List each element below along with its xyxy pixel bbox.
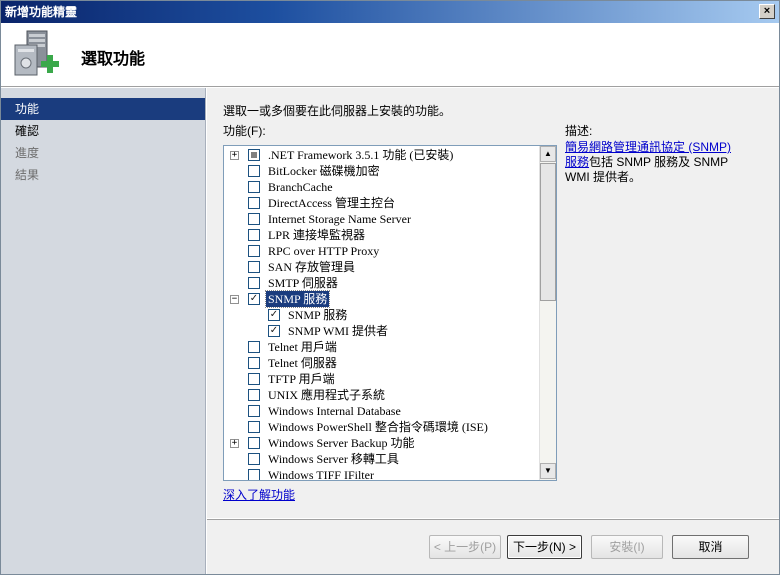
nav-step-confirm[interactable]: 確認 bbox=[1, 120, 205, 142]
feature-row[interactable]: ✓ SNMP 服務 bbox=[224, 307, 540, 323]
learn-more-link[interactable]: 深入了解功能 bbox=[223, 486, 295, 503]
wizard-steps-nav: 功能 確認 進度 結果 bbox=[1, 88, 206, 574]
feature-label[interactable]: DirectAccess 管理主控台 bbox=[266, 195, 397, 211]
feature-checkbox[interactable] bbox=[248, 261, 260, 273]
expand-icon[interactable]: + bbox=[230, 439, 239, 448]
feature-label[interactable]: Windows TIFF IFilter bbox=[266, 467, 376, 480]
description-text: 簡易網路管理通訊協定 (SNMP) 服務包括 SNMP 服務及 SNMP WMI… bbox=[565, 140, 740, 185]
feature-label[interactable]: Windows Server Backup 功能 bbox=[266, 435, 417, 451]
feature-label[interactable]: SMTP 伺服器 bbox=[266, 275, 340, 291]
wizard-window: 新增功能精靈 × 選取功能 功能 確認 進度 結果 選取一或多個要在此伺服器上安… bbox=[0, 0, 780, 575]
server-add-icon bbox=[14, 30, 59, 76]
feature-label[interactable]: Windows PowerShell 整合指令碼環境 (ISE) bbox=[266, 419, 490, 435]
feature-checkbox[interactable] bbox=[248, 229, 260, 241]
feature-row[interactable]: + .NET Framework 3.5.1 功能 (已安裝) bbox=[224, 147, 540, 163]
feature-label[interactable]: BranchCache bbox=[266, 179, 335, 195]
feature-checkbox[interactable] bbox=[248, 277, 260, 289]
feature-row[interactable]: BranchCache bbox=[224, 179, 540, 195]
feature-row[interactable]: SAN 存放管理員 bbox=[224, 259, 540, 275]
feature-row[interactable]: TFTP 用戶端 bbox=[224, 371, 540, 387]
nav-step-progress: 進度 bbox=[15, 146, 40, 160]
feature-label[interactable]: LPR 連接埠監視器 bbox=[266, 227, 367, 243]
feature-label[interactable]: Internet Storage Name Server bbox=[266, 211, 413, 227]
feature-label[interactable]: .NET Framework 3.5.1 功能 (已安裝) bbox=[266, 147, 455, 163]
feature-checkbox[interactable]: ✓ bbox=[248, 293, 260, 305]
feature-row[interactable]: Internet Storage Name Server bbox=[224, 211, 540, 227]
scroll-up-button[interactable]: ▲ bbox=[540, 146, 556, 162]
feature-row[interactable]: Windows Server 移轉工具 bbox=[224, 451, 540, 467]
feature-row[interactable]: RPC over HTTP Proxy bbox=[224, 243, 540, 259]
feature-label[interactable]: Windows Internal Database bbox=[266, 403, 403, 419]
feature-row[interactable]: Windows TIFF IFilter bbox=[224, 467, 540, 480]
feature-checkbox[interactable] bbox=[248, 421, 260, 433]
feature-label[interactable]: BitLocker 磁碟機加密 bbox=[266, 163, 382, 179]
feature-label[interactable]: Windows Server 移轉工具 bbox=[266, 451, 401, 467]
window-title: 新增功能精靈 bbox=[5, 5, 78, 19]
feature-checkbox[interactable] bbox=[248, 405, 260, 417]
content-panel: 選取一或多個要在此伺服器上安裝的功能。 功能(F): + .NET Framewo… bbox=[207, 88, 779, 518]
feature-checkbox[interactable] bbox=[248, 149, 260, 161]
feature-checkbox[interactable] bbox=[248, 341, 260, 353]
feature-checkbox[interactable] bbox=[248, 213, 260, 225]
features-tree[interactable]: + .NET Framework 3.5.1 功能 (已安裝) BitLocker … bbox=[223, 145, 557, 481]
description-label: 描述: bbox=[565, 124, 593, 138]
description-body: 包括 SNMP 服務及 SNMP WMI 提供者。 bbox=[565, 155, 728, 184]
features-label: 功能(F): bbox=[223, 124, 266, 138]
feature-row[interactable]: BitLocker 磁碟機加密 bbox=[224, 163, 540, 179]
feature-row[interactable]: ✓ SNMP WMI 提供者 bbox=[224, 323, 540, 339]
button-bar: < 上一步(P) 下一步(N) > 安裝(I) 取消 bbox=[207, 519, 779, 574]
wizard-header: 選取功能 bbox=[1, 23, 779, 87]
feature-checkbox[interactable] bbox=[248, 181, 260, 193]
feature-checkbox[interactable]: ✓ bbox=[268, 309, 280, 321]
scroll-thumb[interactable] bbox=[540, 163, 556, 301]
feature-row[interactable]: Telnet 伺服器 bbox=[224, 355, 540, 371]
feature-checkbox[interactable] bbox=[248, 197, 260, 209]
expand-icon[interactable]: + bbox=[230, 151, 239, 160]
previous-button[interactable]: < 上一步(P) bbox=[429, 535, 501, 559]
feature-row[interactable]: LPR 連接埠監視器 bbox=[224, 227, 540, 243]
feature-checkbox[interactable]: ✓ bbox=[268, 325, 280, 337]
feature-row[interactable]: Windows Internal Database bbox=[224, 403, 540, 419]
feature-row[interactable]: UNIX 應用程式子系統 bbox=[224, 387, 540, 403]
feature-checkbox[interactable] bbox=[248, 373, 260, 385]
feature-row[interactable]: Windows PowerShell 整合指令碼環境 (ISE) bbox=[224, 419, 540, 435]
feature-label[interactable]: SNMP WMI 提供者 bbox=[286, 323, 390, 339]
feature-checkbox[interactable] bbox=[248, 389, 260, 401]
feature-checkbox[interactable] bbox=[248, 469, 260, 480]
title-bar: 新增功能精靈 × bbox=[1, 1, 779, 23]
feature-checkbox[interactable] bbox=[248, 437, 260, 449]
next-button[interactable]: 下一步(N) > bbox=[507, 535, 582, 559]
feature-label[interactable]: SNMP 服務 bbox=[286, 307, 349, 323]
feature-label[interactable]: RPC over HTTP Proxy bbox=[266, 243, 381, 259]
feature-row[interactable]: + Windows Server Backup 功能 bbox=[224, 435, 540, 451]
feature-label[interactable]: SNMP 服務 bbox=[264, 290, 331, 308]
feature-label[interactable]: SAN 存放管理員 bbox=[266, 259, 357, 275]
feature-row[interactable]: SMTP 伺服器 bbox=[224, 275, 540, 291]
tree-scrollbar[interactable]: ▲ ▼ bbox=[539, 146, 556, 480]
feature-row[interactable]: Telnet 用戶端 bbox=[224, 339, 540, 355]
feature-row[interactable]: − ✓ SNMP 服務 bbox=[224, 290, 540, 308]
feature-label[interactable]: TFTP 用戶端 bbox=[266, 371, 337, 387]
nav-step-features[interactable]: 功能 bbox=[1, 98, 205, 120]
feature-checkbox[interactable] bbox=[248, 245, 260, 257]
nav-step-results: 結果 bbox=[15, 168, 40, 182]
feature-label[interactable]: Telnet 伺服器 bbox=[266, 355, 339, 371]
feature-checkbox[interactable] bbox=[248, 165, 260, 177]
feature-row[interactable]: DirectAccess 管理主控台 bbox=[224, 195, 540, 211]
feature-checkbox[interactable] bbox=[248, 453, 260, 465]
scroll-down-button[interactable]: ▼ bbox=[540, 463, 556, 479]
collapse-icon[interactable]: − bbox=[230, 295, 239, 304]
instruction-text: 選取一或多個要在此伺服器上安裝的功能。 bbox=[223, 104, 452, 118]
close-button[interactable]: × bbox=[759, 4, 775, 19]
feature-label[interactable]: UNIX 應用程式子系統 bbox=[266, 387, 387, 403]
install-button[interactable]: 安裝(I) bbox=[591, 535, 663, 559]
feature-checkbox[interactable] bbox=[248, 357, 260, 369]
feature-label[interactable]: Telnet 用戶端 bbox=[266, 339, 339, 355]
page-title: 選取功能 bbox=[81, 51, 146, 68]
cancel-button[interactable]: 取消 bbox=[672, 535, 749, 559]
features-list: + .NET Framework 3.5.1 功能 (已安裝) BitLocker … bbox=[224, 147, 540, 480]
